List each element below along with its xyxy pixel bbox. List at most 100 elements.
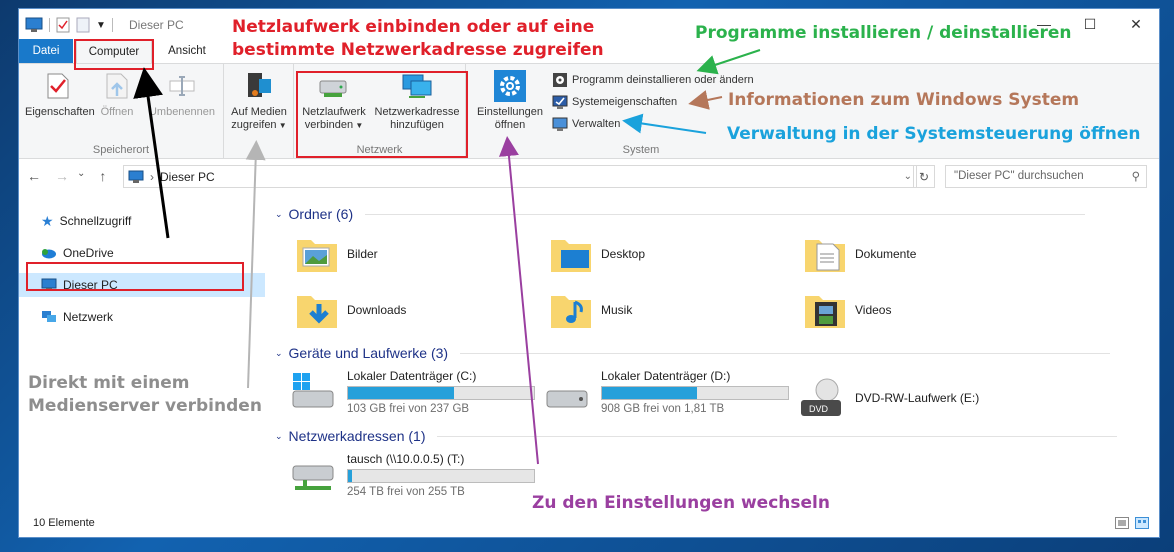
windows-drive-icon — [292, 373, 334, 408]
item-count: 10 Elemente — [33, 517, 95, 529]
folder-music[interactable]: Musik — [549, 290, 632, 330]
highlight-computer-tab — [74, 39, 154, 70]
search-icon: ⚲ — [1131, 171, 1140, 183]
details-view-icon[interactable] — [1115, 517, 1129, 529]
tab-view[interactable]: Ansicht — [159, 39, 215, 63]
drive-label: tausch (\\10.0.0.5) (T:) — [347, 452, 465, 466]
drive-e[interactable]: DVD DVD-RW-Laufwerk (E:) — [797, 376, 979, 420]
music-folder-icon — [551, 296, 591, 328]
search-input[interactable]: "Dieser PC" durchsuchen ⚲ — [945, 165, 1147, 188]
back-arrow-icon[interactable]: ← — [27, 168, 41, 184]
section-title: Geräte und Laufwerke (3) — [288, 345, 449, 361]
manage-button[interactable]: Verwalten — [552, 114, 620, 134]
section-title: Netzwerkadressen (1) — [288, 428, 426, 444]
annotation-media-2: Medienserver verbinden — [28, 396, 262, 416]
divider — [365, 213, 1086, 215]
pictures-folder-icon — [297, 240, 337, 272]
open-label: Öffnen — [100, 106, 134, 118]
annotation-programs: Programme installieren / deinstallieren — [695, 23, 1072, 43]
group-media: Auf Medien zugreifen ▼ — [224, 64, 294, 160]
chevron-down-icon[interactable]: ⌄ — [275, 348, 283, 359]
system-properties-icon — [552, 95, 568, 109]
new-folder-icon[interactable] — [76, 17, 90, 33]
section-header-network-locations[interactable]: ⌄ Netzwerkadressen (1) — [275, 428, 1118, 444]
media-access-button[interactable]: Auf Medien zugreifen ▼ — [228, 70, 290, 132]
open-settings-button[interactable]: Einstellungen öffnen — [472, 70, 548, 132]
nav-item-network[interactable]: Netzwerk — [19, 305, 265, 329]
rename-label: Umbenennen — [148, 106, 216, 118]
system-properties-label: Systemeigenschaften — [572, 96, 678, 108]
maximize-button[interactable]: ☐ — [1067, 9, 1113, 39]
navigation-pane: ★ Schnellzugriff OneDrive Dieser PC Netz… — [19, 196, 265, 512]
annotation-network: Netzlaufwerk einbinden oder auf eine — [232, 17, 595, 37]
view-toggle — [1115, 517, 1149, 529]
media-access-label-1: Auf Medien — [231, 106, 287, 118]
settings-gear-icon — [494, 70, 526, 102]
close-button[interactable]: ✕ — [1113, 9, 1159, 39]
folder-videos[interactable]: Videos — [803, 290, 891, 330]
computer-icon — [25, 17, 43, 32]
folder-documents[interactable]: Dokumente — [803, 234, 916, 274]
separator — [111, 18, 113, 32]
section-title: Ordner (6) — [288, 206, 354, 222]
nav-item-quick-access[interactable]: ★ Schnellzugriff — [19, 209, 265, 233]
drive-d[interactable]: Lokaler Datenträger (D:) 908 GB frei von… — [543, 369, 789, 415]
drive-label: DVD-RW-Laufwerk (E:) — [855, 391, 980, 405]
folder-downloads[interactable]: Downloads — [295, 290, 406, 330]
section-header-drives[interactable]: ⌄ Geräte und Laufwerke (3) — [275, 345, 1111, 361]
network-drive-icon — [292, 465, 334, 490]
drive-usage-bar — [347, 469, 535, 483]
large-icons-view-icon[interactable] — [1135, 517, 1149, 529]
recent-dropdown-icon[interactable]: ⌄ — [77, 168, 85, 184]
refresh-button[interactable]: ↻ — [913, 165, 935, 188]
folder-label: Dokumente — [855, 247, 917, 261]
address-bar-row: ← → ⌄ ↑ › Dieser PC ⌄ ↻ "Dieser PC" durc… — [19, 159, 1159, 195]
section-header-folders[interactable]: ⌄ Ordner (6) — [275, 206, 1086, 222]
tab-file[interactable]: Datei — [19, 39, 73, 63]
folder-label: Bilder — [347, 247, 378, 261]
up-arrow-icon[interactable]: ↑ — [99, 168, 106, 184]
open-settings-label-1: Einstellungen — [476, 106, 544, 118]
properties-icon[interactable] — [56, 17, 70, 33]
window-title: Dieser PC — [129, 18, 184, 32]
folder-pictures[interactable]: Bilder — [295, 234, 378, 274]
drive-usage-fill — [348, 470, 352, 482]
customize-dropdown-icon[interactable]: ▼ — [96, 20, 106, 31]
drive-c[interactable]: Lokaler Datenträger (C:) 103 GB frei von… — [289, 369, 535, 415]
breadcrumb-separator-icon[interactable]: › — [150, 170, 154, 184]
open-icon — [106, 73, 128, 99]
chevron-down-icon: ▼ — [276, 121, 287, 130]
open-button[interactable]: Öffnen — [95, 70, 139, 119]
drive-usage-bar — [347, 386, 535, 400]
annotation-network-2: bestimmte Netzwerkadresse zugreifen — [232, 40, 604, 60]
folder-label: Musik — [601, 303, 633, 317]
annotation-manage: Verwaltung in der Systemsteuerung öffnen — [727, 124, 1141, 144]
uninstall-program-button[interactable]: Programm deinstallieren oder ändern — [552, 70, 754, 90]
properties-button[interactable]: Eigenschaften — [25, 70, 95, 119]
forward-arrow-icon[interactable]: → — [55, 168, 69, 184]
folder-label: Desktop — [601, 247, 646, 261]
chevron-down-icon[interactable]: ⌄ — [904, 171, 912, 182]
breadcrumb[interactable]: Dieser PC — [160, 170, 215, 184]
folder-desktop[interactable]: Desktop — [549, 234, 645, 274]
manage-label: Verwalten — [572, 118, 621, 130]
rename-icon — [169, 76, 195, 96]
highlight-network-group — [296, 71, 468, 158]
downloads-folder-icon — [297, 296, 337, 328]
drive-label: Lokaler Datenträger (D:) — [601, 369, 731, 383]
nav-item-label: Netzwerk — [63, 310, 114, 324]
dvd-drive-icon: DVD — [801, 378, 841, 416]
annotation-media: Direkt mit einem — [28, 373, 190, 393]
chevron-down-icon[interactable]: ⌄ — [275, 431, 283, 442]
onedrive-cloud-icon — [42, 249, 56, 259]
properties-icon — [47, 73, 69, 99]
rename-button[interactable]: Umbenennen — [145, 70, 219, 119]
network-location-t[interactable]: tausch (\\10.0.0.5) (T:) 254 TB frei von… — [289, 452, 535, 498]
svg-text:DVD: DVD — [809, 404, 829, 414]
hard-drive-icon — [546, 390, 588, 408]
chevron-down-icon[interactable]: ⌄ — [275, 209, 283, 220]
address-field[interactable]: › Dieser PC ⌄ — [123, 165, 917, 188]
computer-management-icon — [552, 117, 568, 131]
quick-access-toolbar: ▼ — [25, 17, 113, 33]
system-properties-button[interactable]: Systemeigenschaften — [552, 92, 677, 112]
